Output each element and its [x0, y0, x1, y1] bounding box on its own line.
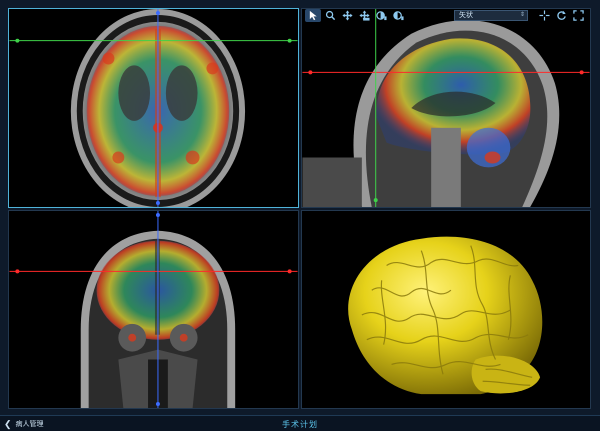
coronal-viewport[interactable]	[8, 210, 299, 409]
move-crosshair-tool-button[interactable]	[356, 9, 372, 22]
page-title: 手术计划	[282, 420, 318, 429]
fullscreen-icon	[572, 10, 584, 21]
fullscreen-button[interactable]	[570, 9, 586, 22]
pointer-icon	[309, 10, 317, 21]
viewer-toolbar: 矢状 ⇕	[301, 8, 591, 23]
zoom-tool-button[interactable]	[322, 9, 338, 22]
3d-render-viewport[interactable]	[301, 210, 591, 409]
window-level-icon	[375, 11, 387, 21]
pointer-tool-button[interactable]	[305, 9, 321, 22]
surgery-planning-app: 矢状 ⇕ ❮ 病人管理 手术计划	[0, 0, 600, 431]
contrast-icon	[392, 11, 404, 21]
bottom-status-bar: ❮ 病人管理 手术计划	[0, 415, 600, 431]
view-orientation-select[interactable]: 矢状 ⇕	[454, 10, 528, 21]
reset-view-button[interactable]	[553, 9, 569, 22]
toolbar-right-group	[536, 9, 587, 22]
pan-tool-button[interactable]	[339, 9, 355, 22]
select-arrows-icon: ⇕	[519, 12, 525, 18]
pan-icon	[341, 10, 353, 21]
contrast-tool-button[interactable]	[390, 9, 406, 22]
crosshair-toggle-button[interactable]	[536, 9, 552, 22]
view-orientation-value: 矢状	[459, 12, 473, 19]
zoom-icon	[325, 10, 335, 21]
axial-viewport[interactable]	[8, 8, 299, 208]
sagittal-image	[302, 9, 590, 207]
3d-brain-model	[302, 211, 590, 408]
axial-image	[9, 9, 298, 207]
window-level-tool-button[interactable]	[373, 9, 389, 22]
move-crosshair-icon	[358, 10, 370, 21]
coronal-image	[9, 211, 298, 408]
crosshair-icon	[538, 10, 550, 21]
sagittal-viewport[interactable]	[301, 8, 591, 208]
reset-icon	[556, 10, 566, 20]
